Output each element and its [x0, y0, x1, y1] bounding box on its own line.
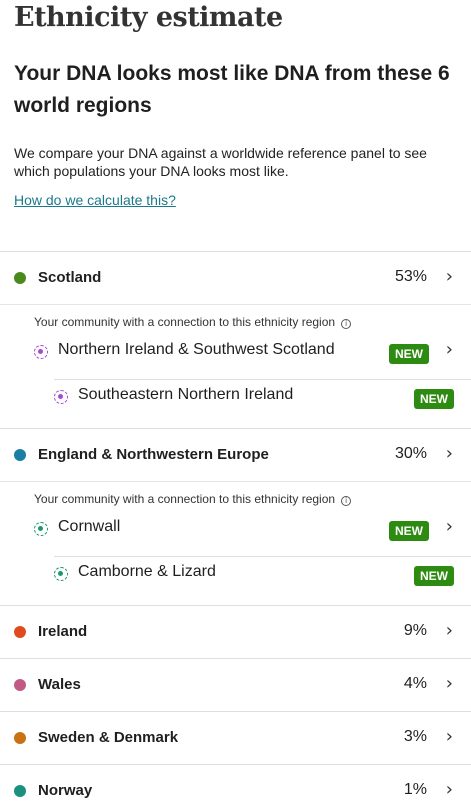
region-row-ireland[interactable]: Ireland 9% › — [0, 606, 471, 658]
region-row-sweden-denmark[interactable]: Sweden & Denmark 3% › — [0, 712, 471, 764]
info-icon[interactable]: i — [341, 319, 352, 329]
community-ring-icon — [34, 345, 48, 359]
region-percent: 9% — [403, 622, 427, 639]
page-title: Ethnicity estimate — [14, 2, 283, 33]
community-camborne-lizard[interactable]: Camborne & Lizard NEW — [54, 557, 471, 601]
chevron-right-icon: › — [445, 726, 453, 747]
norway-color-dot — [14, 785, 26, 797]
community-ring-icon — [34, 522, 48, 536]
region-percent: 1% — [403, 781, 427, 798]
region-percent: 3% — [403, 728, 427, 745]
chevron-right-icon: › — [445, 620, 453, 641]
region-row-scotland[interactable]: Scotland 53% › — [0, 252, 471, 304]
region-percent: 4% — [403, 675, 427, 692]
chevron-right-icon: › — [445, 339, 453, 360]
new-badge: NEW — [389, 344, 429, 364]
community-block-england: Your community with a connection to this… — [0, 481, 471, 605]
chevron-right-icon: › — [445, 673, 453, 694]
chevron-right-icon: › — [445, 266, 453, 287]
sweden-color-dot — [14, 732, 26, 744]
community-label: Your community with a connection to this… — [34, 492, 352, 506]
info-icon[interactable]: i — [341, 496, 352, 506]
ireland-color-dot — [14, 626, 26, 638]
community-ring-icon — [54, 567, 68, 581]
community-cornwall[interactable]: Cornwall NEW › — [34, 512, 471, 556]
new-badge: NEW — [414, 389, 454, 409]
community-block-scotland: Your community with a connection to this… — [0, 304, 471, 428]
region-row-norway[interactable]: Norway 1% › — [0, 765, 471, 803]
new-badge: NEW — [389, 521, 429, 541]
england-color-dot — [14, 449, 26, 461]
ethnicity-region-list: Scotland 53% › Your community with a con… — [0, 251, 471, 803]
region-name: Wales — [38, 676, 81, 693]
chevron-right-icon: › — [445, 779, 453, 800]
community-ring-icon — [54, 390, 68, 404]
wales-color-dot — [14, 679, 26, 691]
region-name: Sweden & Denmark — [38, 729, 179, 746]
community-southeastern-northern-ireland[interactable]: Southeastern Northern Ireland NEW — [54, 380, 471, 424]
new-badge: NEW — [414, 566, 454, 586]
region-name: Scotland — [38, 269, 102, 286]
community-northern-ireland-sw-scotland[interactable]: Northern Ireland & Southwest Scotland NE… — [34, 335, 471, 379]
community-name: Southeastern Northern Ireland — [78, 386, 294, 403]
description: We compare your DNA against a worldwide … — [14, 145, 427, 179]
community-label: Your community with a connection to this… — [34, 315, 352, 329]
community-name: Camborne & Lizard — [78, 563, 216, 580]
region-row-wales[interactable]: Wales 4% › — [0, 659, 471, 711]
scotland-color-dot — [14, 272, 26, 284]
chevron-right-icon: › — [445, 443, 453, 464]
headline: Your DNA looks most like DNA from these … — [14, 62, 450, 117]
chevron-right-icon: › — [445, 516, 453, 537]
community-name: Northern Ireland & Southwest Scotland — [58, 341, 335, 358]
region-name: Norway — [38, 782, 93, 799]
region-percent: 53% — [394, 268, 427, 285]
region-name: Ireland — [38, 623, 88, 640]
region-row-england-nw-europe[interactable]: England & Northwestern Europe 30% › — [0, 429, 471, 481]
region-percent: 30% — [394, 445, 427, 462]
community-name: Cornwall — [58, 518, 121, 535]
region-name: England & Northwestern Europe — [38, 446, 269, 463]
how-calculate-link[interactable]: How do we calculate this? — [14, 192, 176, 208]
